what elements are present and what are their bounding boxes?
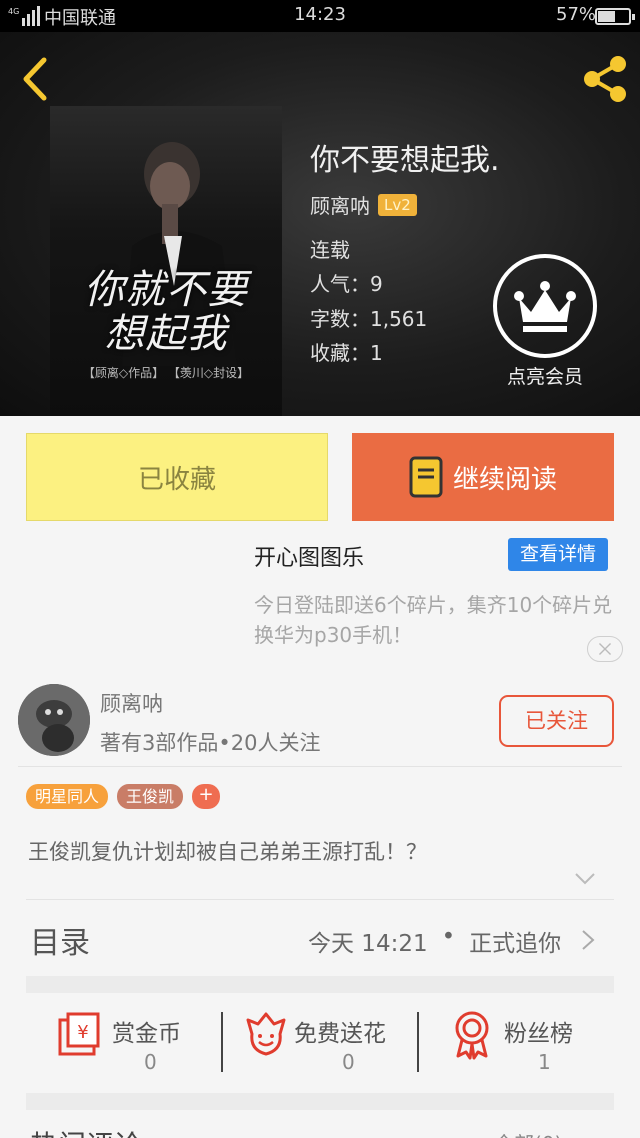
status-bar: 4G 中国联通 14:23 57% xyxy=(0,0,640,32)
reward-coin-count: 0 xyxy=(144,1050,157,1074)
word-count: 字数：1,561 xyxy=(310,307,428,331)
book-icon xyxy=(409,456,443,498)
popularity: 人气：9 xyxy=(310,272,383,296)
ad-detail-button[interactable]: 查看详情 xyxy=(508,538,608,571)
add-tag-button[interactable]: + xyxy=(192,784,221,809)
latest-chapter-title: 正式追你 xyxy=(469,931,562,957)
divider xyxy=(18,766,622,767)
send-flower-label: 免费送花 xyxy=(294,1021,386,1047)
tag-list: 明星同人 王俊凯 + xyxy=(26,784,221,809)
share-icon[interactable] xyxy=(578,52,632,106)
book-summary: 王俊凯复仇计划却被自己弟弟王源打乱！？ xyxy=(28,840,427,864)
cover-title: 你就不要 想起我 xyxy=(84,267,248,357)
ad-text[interactable]: 今日登陆即送6个碎片，集齐10个碎片兑换华为p30手机！ xyxy=(254,590,624,650)
ad-title[interactable]: 开心图图乐 xyxy=(254,540,364,572)
continue-reading-label: 继续阅读 xyxy=(452,464,557,495)
close-icon[interactable] xyxy=(587,636,623,662)
author-name-link[interactable]: 顾离呐 xyxy=(310,190,370,219)
clock: 14:23 xyxy=(294,4,346,25)
collected-button[interactable]: 已收藏 xyxy=(26,433,328,521)
latest-update-time: 今天 14:21 xyxy=(308,931,428,957)
book-title: 你不要想起我. xyxy=(310,143,500,178)
reward-coin-label: 赏金币 xyxy=(112,1021,181,1047)
level-badge: Lv2 xyxy=(378,193,417,216)
back-icon[interactable] xyxy=(16,54,56,104)
send-flower-button[interactable]: 免费送花 0 xyxy=(244,1010,404,1076)
comments-title: 热门评论 xyxy=(30,1124,142,1138)
fan-rank-button[interactable]: 粉丝榜 1 xyxy=(452,1010,592,1076)
divider xyxy=(26,899,614,900)
toc-label[interactable]: 目录 xyxy=(30,918,90,962)
reward-coin-button[interactable]: ¥ 赏金币 0 xyxy=(54,1010,204,1076)
separator-dot: • xyxy=(441,924,456,950)
tag-item[interactable]: 王俊凯 xyxy=(117,784,184,809)
separator xyxy=(221,1012,223,1072)
continue-reading-button[interactable]: 继续阅读 xyxy=(352,433,614,521)
chevron-right-icon[interactable] xyxy=(580,929,596,951)
fan-rank-label: 粉丝榜 xyxy=(504,1021,573,1047)
latest-chapter[interactable]: 今天 14:21 • 正式追你 xyxy=(308,924,561,958)
battery-percent: 57% xyxy=(556,4,597,25)
battery-icon xyxy=(595,8,635,25)
book-header: 你就不要 想起我 【顾离◇作品】 【羡川◇封设】 你不要想起我. 顾离呐 Lv2… xyxy=(0,32,640,416)
tag-item[interactable]: 明星同人 xyxy=(26,784,109,809)
member-label: 点亮会员 xyxy=(506,366,583,388)
crown-icon xyxy=(514,281,576,332)
flower-icon xyxy=(246,1012,286,1056)
cover-credit: 【顾离◇作品】 【羡川◇封设】 xyxy=(82,366,250,380)
chevron-down-icon[interactable] xyxy=(574,872,596,886)
svg-text:¥: ¥ xyxy=(77,1022,88,1043)
follow-button[interactable]: 已关注 xyxy=(499,695,614,747)
author-stats: 著有3部作品•20人关注 xyxy=(100,731,321,755)
member-button[interactable]: 点亮会员 xyxy=(490,254,600,389)
send-flower-count: 0 xyxy=(342,1050,355,1074)
section-gap xyxy=(26,1093,614,1110)
avatar[interactable] xyxy=(18,684,90,756)
separator xyxy=(417,1012,419,1072)
section-gap xyxy=(26,976,614,993)
fan-rank-count: 1 xyxy=(538,1050,551,1074)
all-comments-link[interactable]: 全部(0) xyxy=(494,1128,562,1138)
reward-coin-icon: ¥ xyxy=(58,1012,100,1056)
fan-rank-icon xyxy=(455,1011,489,1060)
avatar-image xyxy=(18,684,90,756)
book-cover[interactable]: 你就不要 想起我 【顾离◇作品】 【羡川◇封设】 xyxy=(50,106,282,416)
author-name[interactable]: 顾离呐 xyxy=(100,688,163,718)
favorite-count: 收藏：1 xyxy=(310,341,383,365)
serial-status: 连载 xyxy=(310,238,350,262)
book-author[interactable]: 顾离呐 Lv2 xyxy=(310,190,417,219)
